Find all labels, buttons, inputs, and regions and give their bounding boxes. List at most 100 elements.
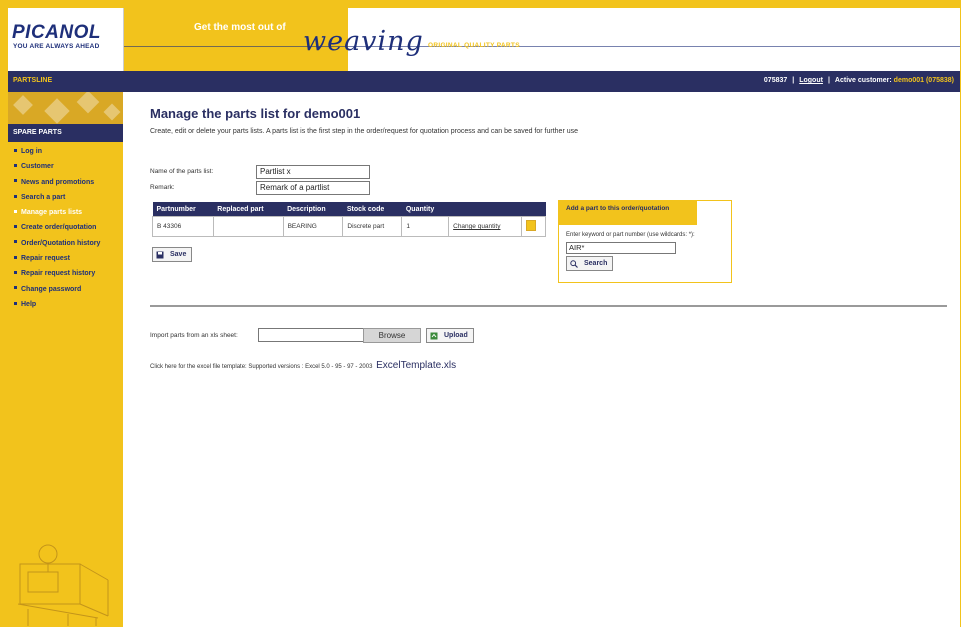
banner-line xyxy=(124,46,960,47)
sidebar-item-repair-request[interactable]: Repair request xyxy=(8,255,123,270)
column-header: Description xyxy=(283,202,343,217)
sidebar-item-label: Repair request xyxy=(21,255,71,263)
upload-label: Upload xyxy=(444,332,468,339)
sidebar-item-repair-history[interactable]: Repair request history xyxy=(8,270,123,285)
search-label: Search xyxy=(584,260,608,267)
file-input[interactable] xyxy=(258,328,364,342)
table-header-row: Partnumber Replaced part Description Sto… xyxy=(152,202,546,217)
delete-cell xyxy=(520,216,547,237)
browse-button[interactable]: Browse xyxy=(363,328,421,343)
top-nav-bar: PARTSLINE 075837 | Logout | Active customer:… xyxy=(8,71,960,92)
sidebar-heading-label: SPARE PARTS xyxy=(13,129,62,136)
divider xyxy=(150,305,947,307)
sidebar-item-help[interactable]: Help xyxy=(8,301,123,316)
column-header: Replaced part xyxy=(213,202,284,217)
decor-shape xyxy=(103,103,121,121)
add-part-heading-label: Add a part to this order/quotation xyxy=(566,205,670,212)
sidebar-item-create-order[interactable]: Create order/quotation xyxy=(8,224,123,239)
sidebar-item-log-in[interactable]: Log in xyxy=(8,148,123,163)
column-header: Stock code xyxy=(342,202,402,217)
user-info: 075837 | Logout | Active customer: demo001 (… xyxy=(764,77,954,84)
logo-tagline: YOU ARE ALWAYS AHEAD xyxy=(13,43,100,50)
separator: | xyxy=(827,77,830,84)
separator: | xyxy=(792,77,795,84)
bullet-icon xyxy=(14,194,17,198)
sidebar: SPARE PARTS Log in Customer News and pro… xyxy=(8,92,123,627)
name-label: Name of the parts list: xyxy=(150,168,214,175)
active-customer-value[interactable]: demo001 (075838) xyxy=(894,77,954,84)
search-button[interactable]: Search xyxy=(566,256,614,271)
trash-icon[interactable] xyxy=(525,220,536,231)
keyword-input[interactable]: AIR* xyxy=(566,242,676,254)
template-info: Click here for the excel file template: … xyxy=(150,360,456,371)
active-customer-label: Active customer: xyxy=(834,77,892,84)
sidebar-item-label: Help xyxy=(21,300,37,308)
bullet-icon xyxy=(14,163,17,167)
bullet-icon xyxy=(14,255,17,259)
promo-text: Get the most out of xyxy=(194,22,286,33)
sidebar-banner-image xyxy=(8,92,123,124)
bullet-icon xyxy=(14,179,17,183)
logout-link[interactable]: Logout xyxy=(799,77,823,84)
sidebar-item-label: News and promotions xyxy=(21,178,95,186)
cell-description: BEARING xyxy=(282,216,344,237)
sidebar-item-search-part[interactable]: Search a part xyxy=(8,194,123,209)
name-field[interactable]: Partlist x xyxy=(256,165,370,179)
cell-quantity: 1 xyxy=(401,216,450,237)
decor-shape xyxy=(76,92,100,114)
floppy-icon xyxy=(156,251,164,258)
bullet-icon xyxy=(14,225,17,229)
keyword-label: Enter keyword or part number (use wildca… xyxy=(566,232,695,238)
column-header-blank xyxy=(448,202,522,217)
sidebar-item-label: Change password xyxy=(21,285,82,293)
import-label: Import parts from an xls sheet: xyxy=(150,332,238,339)
page-title: Manage the parts list for demo001 xyxy=(150,106,361,121)
bullet-icon xyxy=(14,271,17,275)
sidebar-heading: SPARE PARTS xyxy=(8,124,123,142)
sidebar-item-manage-parts-lists[interactable]: Manage parts lists xyxy=(8,209,123,224)
sidebar-item-label: Log in xyxy=(21,148,42,155)
decor-shape xyxy=(13,95,33,115)
change-quantity-link[interactable]: Change quantity xyxy=(448,216,522,237)
sidebar-item-label: Repair request history xyxy=(21,270,96,278)
sidebar-item-customer[interactable]: Customer xyxy=(8,163,123,178)
column-header: Partnumber xyxy=(152,202,214,217)
upload-icon xyxy=(430,332,438,339)
user-id: 075837 xyxy=(763,77,788,84)
table-row: B 43306 BEARING Discrete part 1 Change q… xyxy=(152,216,547,237)
column-header: Quantity xyxy=(401,202,449,217)
bullet-icon xyxy=(14,148,17,152)
sidebar-item-label: Order/Quotation history xyxy=(21,239,101,247)
add-part-panel: Add a part to this order/quotation Enter… xyxy=(558,200,732,283)
cell-stock-code: Discrete part xyxy=(342,216,403,237)
upload-button[interactable]: Upload xyxy=(426,328,474,343)
decor-shape xyxy=(44,98,70,124)
remark-field[interactable]: Remark of a partlist xyxy=(256,181,370,195)
quality-text: ORIGINAL QUALITY PARTS xyxy=(428,42,520,49)
sidebar-item-label: Search a part xyxy=(21,193,66,201)
excel-template-link[interactable]: ExcelTemplate.xls xyxy=(376,360,456,371)
promo-word: weaving xyxy=(303,26,424,57)
section-title: PARTSLINE xyxy=(13,77,53,84)
save-button[interactable]: Save xyxy=(152,247,193,262)
sidebar-menu: Log in Customer News and promotions Sear… xyxy=(8,148,123,316)
bullet-icon xyxy=(14,286,17,290)
bullet-icon xyxy=(14,209,17,213)
sidebar-item-label: Create order/quotation xyxy=(21,224,97,232)
search-icon xyxy=(570,259,578,268)
sidebar-item-label: Customer xyxy=(21,163,54,171)
template-text: Click here for the excel file template: … xyxy=(150,364,373,370)
cell-partnumber: B 43306 xyxy=(152,216,214,237)
remark-label: Remark: xyxy=(150,184,175,191)
app-window: PICANOL YOU ARE ALWAYS AHEAD Get the mos… xyxy=(8,8,960,627)
sidebar-item-news[interactable]: News and promotions xyxy=(8,179,123,194)
logo[interactable]: PICANOL YOU ARE ALWAYS AHEAD xyxy=(8,8,124,71)
bullet-icon xyxy=(14,301,17,305)
sidebar-item-change-password[interactable]: Change password xyxy=(8,286,123,301)
parts-table: Partnumber Replaced part Description Sto… xyxy=(152,202,547,237)
sidebar-item-order-history[interactable]: Order/Quotation history xyxy=(8,240,123,255)
add-part-heading: Add a part to this order/quotation xyxy=(559,201,697,225)
column-header-blank xyxy=(521,202,546,217)
logo-text: PICANOL xyxy=(12,22,101,43)
loom-machine-image xyxy=(17,544,109,626)
